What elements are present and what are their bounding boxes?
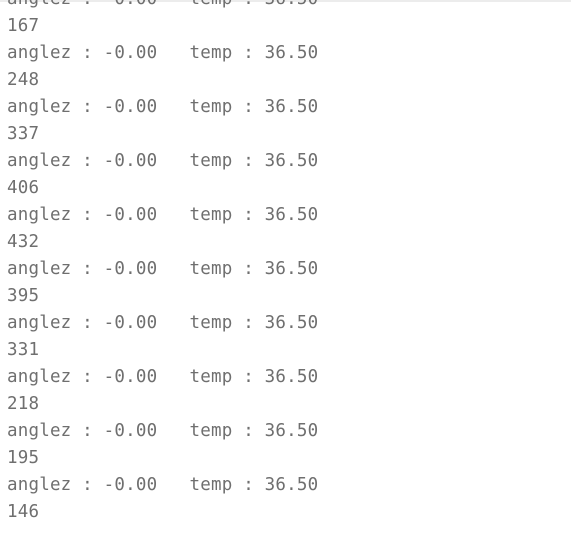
- output-line: anglez : -0.00 temp : 36.50: [7, 421, 319, 441]
- output-line: 195: [7, 448, 40, 468]
- output-line: anglez : -0.00 temp : 36.50: [7, 367, 319, 387]
- output-line: 406: [7, 178, 40, 198]
- output-line: anglez : -0.00 temp : 36.50: [7, 0, 567, 13]
- output-line: 218: [7, 394, 40, 414]
- output-line: anglez : -0.00 temp : 36.50: [7, 97, 319, 117]
- output-line: anglez : -0.00 temp : 36.50: [7, 43, 319, 63]
- output-line: anglez : -0.00 temp : 36.50: [7, 151, 319, 171]
- output-line: 331: [7, 340, 40, 360]
- output-line: anglez : -0.00 temp : 36.50: [7, 475, 319, 495]
- serial-monitor-output[interactable]: anglez : -0.00 temp : 36.50 167 anglez :…: [7, 0, 567, 526]
- output-line: anglez : -0.00 temp : 36.50: [7, 205, 319, 225]
- output-line: 395: [7, 286, 40, 306]
- output-line: 167: [7, 16, 40, 36]
- output-line: 248: [7, 70, 40, 90]
- output-line: anglez : -0.00 temp : 36.50: [7, 313, 319, 333]
- output-line: 432: [7, 232, 40, 252]
- output-line: 337: [7, 124, 40, 144]
- output-line: 146: [7, 502, 40, 522]
- output-line: anglez : -0.00 temp : 36.50: [7, 259, 319, 279]
